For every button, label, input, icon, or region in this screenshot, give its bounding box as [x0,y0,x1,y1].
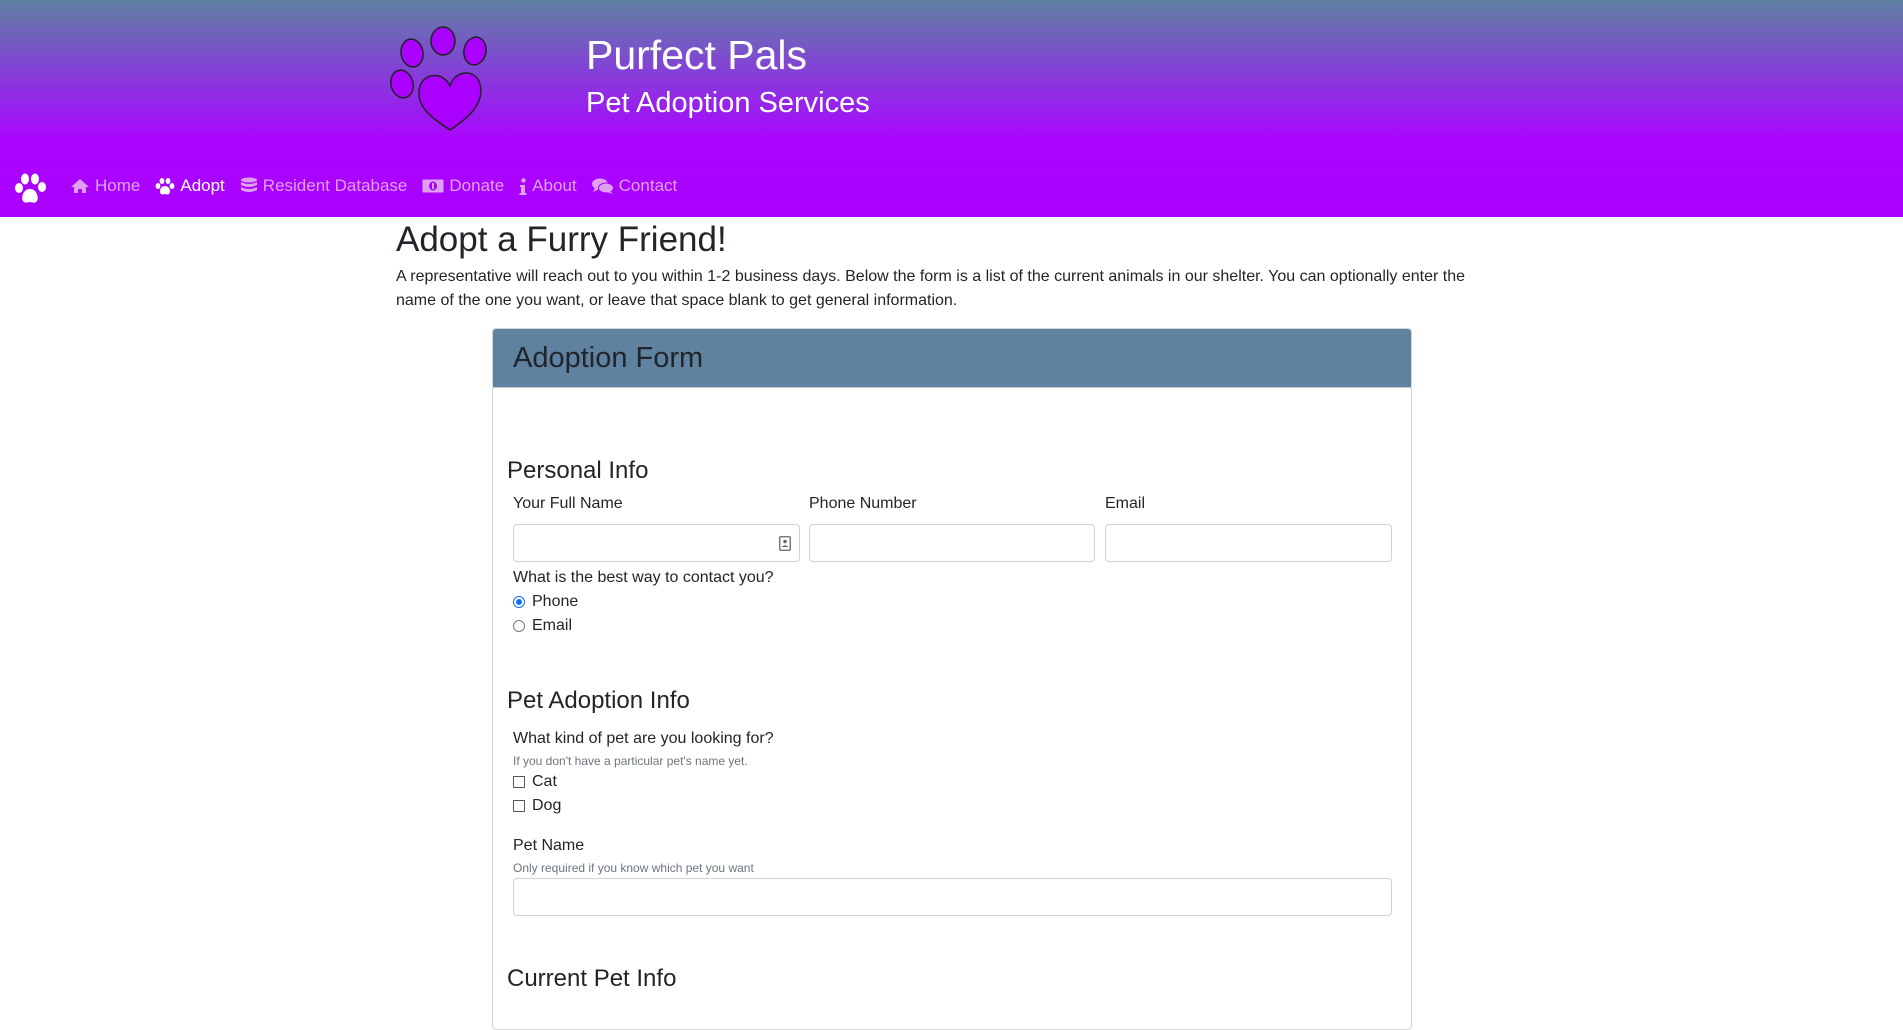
email-input[interactable] [1105,524,1392,562]
pet-kind-help: If you don't have a particular pet's nam… [513,754,748,768]
full-name-label: Your Full Name [513,495,623,512]
card-header: Adoption Form [493,329,1411,388]
contact-card-icon[interactable] [779,536,791,551]
pet-dog-label: Dog [532,797,562,814]
adoption-form-card: Adoption Form Personal Info Your Full Na… [492,328,1412,1030]
nav-item-home[interactable]: Home [70,176,140,196]
nav-item-label: Adopt [180,176,225,195]
nav-item-contact[interactable]: Contact [591,176,678,196]
pet-name-help: Only required if you know which pet you … [513,861,754,875]
phone-label: Phone Number [809,495,917,512]
contact-email-label: Email [532,617,573,634]
nav-item-donate[interactable]: Donate [422,176,504,196]
pet-dog-checkbox[interactable] [513,800,525,812]
contact-phone-label: Phone [532,593,579,610]
money-icon [422,179,444,193]
intro-text: A representative will reach out to you w… [396,268,1466,309]
pet-name-input[interactable] [513,878,1392,916]
page-title: Adopt a Furry Friend! [396,220,727,259]
database-icon [240,177,257,192]
current-pet-info-heading: Current Pet Info [507,965,677,992]
pet-cat-option[interactable]: Cat [513,773,557,791]
site-subtitle: Pet Adoption Services [586,87,870,119]
nav-item-label: Donate [449,176,505,195]
contact-phone-option[interactable]: Phone [513,593,578,611]
phone-input[interactable] [809,524,1095,562]
contact-phone-radio[interactable] [513,596,525,608]
contact-email-radio[interactable] [513,620,525,632]
pet-cat-label: Cat [532,773,557,790]
nav-menu: Home Adopt Resident Database Donate Abou… [70,176,692,196]
nav-item-about[interactable]: About [519,176,577,196]
paw-icon[interactable] [14,173,48,205]
nav-item-label: Resident Database [262,176,408,195]
nav-item-resident-database[interactable]: Resident Database [240,176,408,196]
pet-name-label: Pet Name [513,837,585,854]
pet-cat-checkbox[interactable] [513,776,525,788]
pet-kind-label: What kind of pet are you looking for? [513,730,774,747]
site-header: Purfect Pals Pet Adoption Services Home … [0,0,1903,217]
site-title: Purfect Pals [586,32,808,78]
contact-email-option[interactable]: Email [513,617,572,635]
personal-info-heading: Personal Info [507,457,649,484]
form-title: Adoption Form [513,342,704,374]
pet-adoption-info-heading: Pet Adoption Info [507,687,690,714]
paw-icon [155,177,175,194]
info-icon [519,177,527,195]
nav-item-label: Contact [618,176,678,195]
nav-item-label: About [532,176,577,195]
main-navbar: Home Adopt Resident Database Donate Abou… [0,168,1903,208]
email-label: Email [1105,495,1146,512]
nav-item-adopt[interactable]: Adopt [155,176,225,196]
contact-method-label: What is the best way to contact you? [513,569,774,586]
comments-icon [591,178,614,194]
pet-dog-option[interactable]: Dog [513,797,561,815]
full-name-input[interactable] [513,524,800,562]
nav-item-label: Home [95,176,141,195]
home-icon [71,179,89,193]
paw-heart-logo [390,26,487,131]
